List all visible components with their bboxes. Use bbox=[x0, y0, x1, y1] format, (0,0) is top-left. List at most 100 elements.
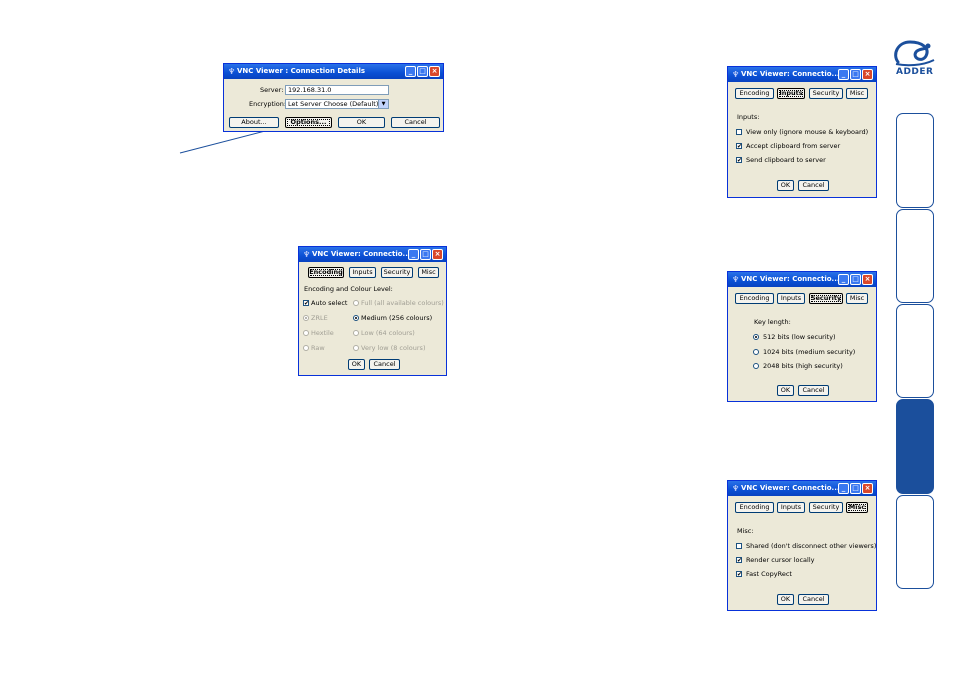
ok-button[interactable]: OK bbox=[348, 359, 365, 370]
ok-button[interactable]: OK bbox=[777, 180, 794, 191]
raw-radio[interactable] bbox=[303, 345, 309, 351]
full-colours-radio[interactable] bbox=[353, 300, 359, 306]
encoding-options-window: ♆ VNC Viewer: Connectio... _ □ × Encodin… bbox=[298, 246, 447, 376]
send-clipboard-checkbox[interactable]: ✔ bbox=[736, 157, 743, 164]
auto-select-label: Auto select bbox=[311, 299, 348, 307]
window-title: VNC Viewer : Connection Details bbox=[237, 67, 366, 75]
maximize-icon[interactable]: □ bbox=[850, 274, 861, 285]
title-bar: ♆ VNC Viewer: Connectio... _ □ × bbox=[299, 247, 446, 262]
tab-inputs[interactable]: Inputs bbox=[777, 293, 805, 304]
encoding-heading: Encoding and Colour Level: bbox=[304, 285, 393, 293]
fast-copyrect-checkbox[interactable]: ✔ bbox=[736, 571, 742, 578]
tab-inputs[interactable]: Inputs bbox=[777, 502, 805, 513]
key-1024-radio[interactable] bbox=[753, 349, 759, 355]
raw-label: Raw bbox=[311, 344, 325, 352]
view-only-label: View only (ignore mouse & keyboard) bbox=[746, 128, 869, 136]
cancel-button[interactable]: Cancel bbox=[369, 359, 400, 370]
fast-copyrect-label: Fast CopyRect bbox=[746, 570, 792, 578]
tab-encoding[interactable]: Encoding bbox=[735, 502, 774, 513]
encryption-select[interactable]: Let Server Choose (Default) ▼ bbox=[285, 99, 389, 109]
tab-misc[interactable]: Misc bbox=[846, 502, 868, 513]
cancel-button[interactable]: Cancel bbox=[391, 117, 440, 128]
title-bar: ♆ VNC Viewer : Connection Details _ □ × bbox=[224, 64, 443, 79]
zrle-radio[interactable] bbox=[303, 315, 309, 321]
ok-button[interactable]: OK bbox=[777, 385, 794, 396]
low-colours-label: Low (64 colours) bbox=[361, 329, 415, 337]
tab-security[interactable]: Security bbox=[809, 293, 843, 304]
shared-checkbox[interactable] bbox=[736, 543, 742, 549]
accept-clipboard-label: Accept clipboard from server bbox=[746, 142, 841, 150]
inputs-options-window: ♆ VNC Viewer: Connectio... _ □ × Encodin… bbox=[727, 66, 877, 198]
key-512-radio[interactable] bbox=[753, 334, 759, 340]
encryption-label: Encryption: bbox=[249, 100, 287, 108]
tab-security[interactable]: Security bbox=[809, 502, 843, 513]
key-2048-radio[interactable] bbox=[753, 363, 759, 369]
check-icon: ✔ bbox=[737, 157, 743, 164]
minimize-icon[interactable]: _ bbox=[408, 249, 419, 260]
ok-button[interactable]: OK bbox=[777, 594, 794, 605]
close-icon[interactable]: × bbox=[862, 69, 873, 80]
server-label: Server: bbox=[260, 86, 284, 94]
close-icon[interactable]: × bbox=[862, 274, 873, 285]
tab-encoding[interactable]: Encoding bbox=[308, 267, 344, 278]
minimize-icon[interactable]: _ bbox=[838, 483, 849, 494]
very-low-colours-radio[interactable] bbox=[353, 345, 359, 351]
tab-misc[interactable]: Misc bbox=[846, 88, 868, 99]
vnc-window-icon: ♆ bbox=[732, 484, 740, 493]
zrle-label: ZRLE bbox=[311, 314, 328, 322]
key-2048-label: 2048 bits (high security) bbox=[763, 362, 843, 370]
ok-button[interactable]: OK bbox=[338, 117, 385, 128]
send-clipboard-label: Send clipboard to server bbox=[746, 156, 826, 164]
key-512-label: 512 bits (low security) bbox=[763, 333, 836, 341]
server-input[interactable]: 192.168.31.0 bbox=[285, 85, 389, 95]
tab-security[interactable]: Security bbox=[809, 88, 843, 99]
check-icon: ✔ bbox=[737, 557, 743, 564]
chevron-down-icon[interactable]: ▼ bbox=[378, 100, 388, 108]
tab-inputs[interactable]: Inputs bbox=[349, 267, 376, 278]
connection-details-window: ♆ VNC Viewer : Connection Details _ □ × … bbox=[223, 63, 444, 132]
low-colours-radio[interactable] bbox=[353, 330, 359, 336]
render-cursor-checkbox[interactable]: ✔ bbox=[736, 557, 743, 564]
minimize-icon[interactable]: _ bbox=[838, 274, 849, 285]
window-title: VNC Viewer: Connectio... bbox=[741, 484, 840, 492]
check-icon: ✔ bbox=[304, 300, 310, 307]
inputs-heading: Inputs: bbox=[737, 113, 760, 121]
key-length-heading: Key length: bbox=[754, 318, 791, 326]
options-button[interactable]: Options... bbox=[285, 117, 332, 128]
cancel-button[interactable]: Cancel bbox=[798, 385, 829, 396]
close-icon[interactable]: × bbox=[432, 249, 443, 260]
tab-inputs[interactable]: Inputs bbox=[777, 88, 805, 99]
tab-encoding[interactable]: Encoding bbox=[735, 293, 774, 304]
medium-colours-radio[interactable] bbox=[353, 315, 359, 321]
medium-colours-label: Medium (256 colours) bbox=[361, 314, 433, 322]
cancel-button[interactable]: Cancel bbox=[798, 180, 829, 191]
title-bar: ♆ VNC Viewer: Connectio... _ □ × bbox=[728, 67, 876, 82]
hextile-radio[interactable] bbox=[303, 330, 309, 336]
tab-encoding[interactable]: Encoding bbox=[735, 88, 774, 99]
security-options-window: ♆ VNC Viewer: Connectio... _ □ × Encodin… bbox=[727, 271, 877, 402]
title-bar: ♆ VNC Viewer: Connectio... _ □ × bbox=[728, 272, 876, 287]
about-button[interactable]: About... bbox=[229, 117, 279, 128]
auto-select-checkbox[interactable]: ✔ bbox=[303, 300, 310, 307]
tab-security[interactable]: Security bbox=[381, 267, 413, 278]
encryption-value: Let Server Choose (Default) bbox=[288, 100, 379, 108]
maximize-icon[interactable]: □ bbox=[850, 69, 861, 80]
maximize-icon[interactable]: □ bbox=[850, 483, 861, 494]
vnc-window-icon: ♆ bbox=[303, 250, 311, 259]
maximize-icon[interactable]: □ bbox=[417, 66, 428, 77]
close-icon[interactable]: × bbox=[429, 66, 440, 77]
check-icon: ✔ bbox=[737, 143, 743, 150]
shared-label: Shared (don't disconnect other viewers) bbox=[746, 542, 877, 550]
maximize-icon[interactable]: □ bbox=[420, 249, 431, 260]
minimize-icon[interactable]: _ bbox=[405, 66, 416, 77]
accept-clipboard-checkbox[interactable]: ✔ bbox=[736, 143, 743, 150]
close-icon[interactable]: × bbox=[862, 483, 873, 494]
view-only-checkbox[interactable] bbox=[736, 129, 742, 135]
very-low-colours-label: Very low (8 colours) bbox=[361, 344, 426, 352]
cancel-button[interactable]: Cancel bbox=[798, 594, 829, 605]
tab-misc[interactable]: Misc bbox=[418, 267, 439, 278]
minimize-icon[interactable]: _ bbox=[838, 69, 849, 80]
tab-misc[interactable]: Misc bbox=[846, 293, 868, 304]
misc-options-window: ♆ VNC Viewer: Connectio... _ □ × Encodin… bbox=[727, 480, 877, 611]
render-cursor-label: Render cursor locally bbox=[746, 556, 815, 564]
